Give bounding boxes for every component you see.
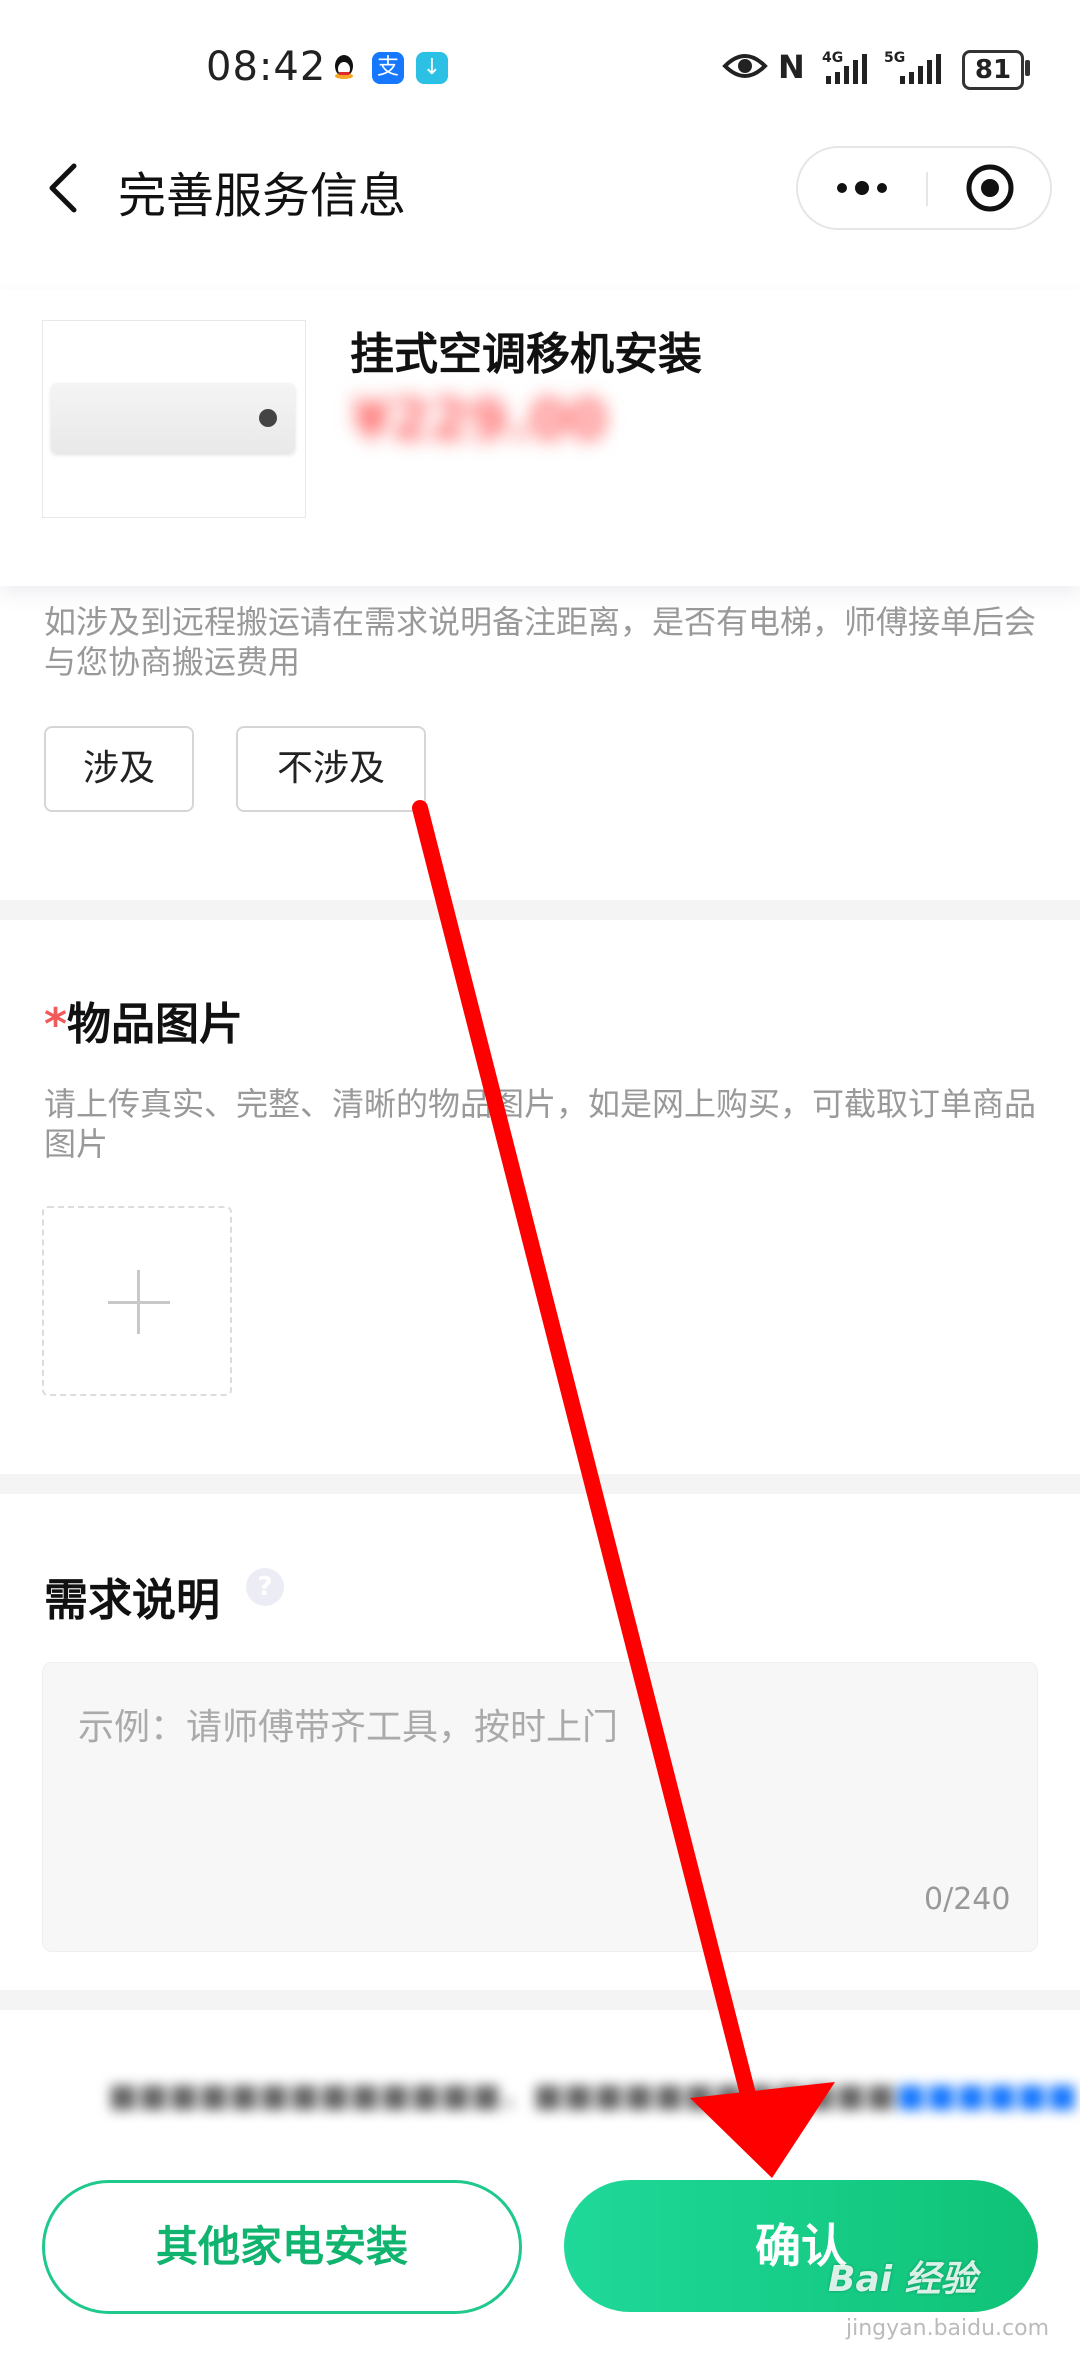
battery-cap bbox=[1025, 60, 1030, 76]
capsule-divider bbox=[926, 172, 928, 206]
product-name: 挂式空调移机安装 bbox=[350, 329, 702, 380]
photo-section-title: *物品图片 bbox=[44, 988, 243, 1052]
signal-5g-icon: 5G bbox=[884, 48, 950, 86]
section-divider bbox=[0, 1474, 1080, 1494]
plus-icon-vertical bbox=[137, 1270, 140, 1334]
svg-text:4G: 4G bbox=[822, 50, 843, 66]
requirement-title: 需求说明 bbox=[44, 1575, 220, 1626]
chevron-left-icon bbox=[49, 163, 77, 213]
close-miniprogram-button[interactable] bbox=[962, 160, 1018, 216]
other-appliance-button[interactable]: 其他家电安装 bbox=[42, 2180, 522, 2314]
eye-icon bbox=[722, 48, 768, 84]
page-title: 完善服务信息 bbox=[118, 168, 407, 224]
svg-text:5G: 5G bbox=[884, 50, 905, 66]
option-involved-button[interactable]: 涉及 bbox=[44, 726, 194, 812]
target-circle-icon bbox=[966, 164, 1014, 212]
requirement-placeholder: 示例：请师傅带齐工具，按时上门 bbox=[78, 1707, 619, 1748]
more-button[interactable] bbox=[830, 168, 894, 208]
help-icon[interactable]: ? bbox=[246, 1568, 284, 1606]
signal-4g-icon: 4G bbox=[822, 48, 874, 86]
download-icon: ↓ bbox=[416, 52, 448, 84]
blurred-notice: ■■■■■■■■■■■■■，■■■■■■■■■■■■■■■■■■ bbox=[108, 2070, 1077, 2116]
required-mark: * bbox=[44, 999, 68, 1050]
alipay-icon: 支 bbox=[372, 52, 404, 84]
battery-indicator: 81 bbox=[962, 50, 1024, 90]
option-not-involved-button[interactable]: 不涉及 bbox=[236, 726, 426, 812]
notice-text: ■■■■■■■■■■■■■，■■■■■■■■■■■■ bbox=[108, 2076, 896, 2114]
watermark-logo: Bai 经验 bbox=[828, 2259, 977, 2300]
photo-hint: 请上传真实、完整、清晰的物品图片，如是网上购买，可截取订单商品图片 bbox=[44, 1085, 1037, 1163]
product-image bbox=[42, 320, 306, 518]
photo-title-text: 物品图片 bbox=[67, 999, 244, 1050]
watermark-url: jingyan.baidu.com bbox=[846, 2316, 1050, 2341]
air-conditioner-graphic bbox=[51, 383, 295, 453]
qq-icon bbox=[328, 52, 360, 84]
status-time: 08:42 bbox=[206, 44, 327, 90]
carry-hint: 如涉及到远程搬运请在需求说明备注距离，是否有电梯，师傅接单后会与您协商搬运费用 bbox=[44, 603, 1037, 681]
more-dots-icon bbox=[837, 181, 887, 195]
section-divider bbox=[0, 900, 1080, 920]
char-counter: 0/240 bbox=[924, 1882, 1011, 1917]
notice-link[interactable]: ■■■■■■ bbox=[896, 2076, 1077, 2114]
back-button[interactable] bbox=[44, 160, 84, 216]
product-price: ¥229.00 bbox=[352, 388, 608, 453]
section-divider bbox=[0, 1990, 1080, 2010]
nfc-icon: N bbox=[778, 48, 805, 86]
